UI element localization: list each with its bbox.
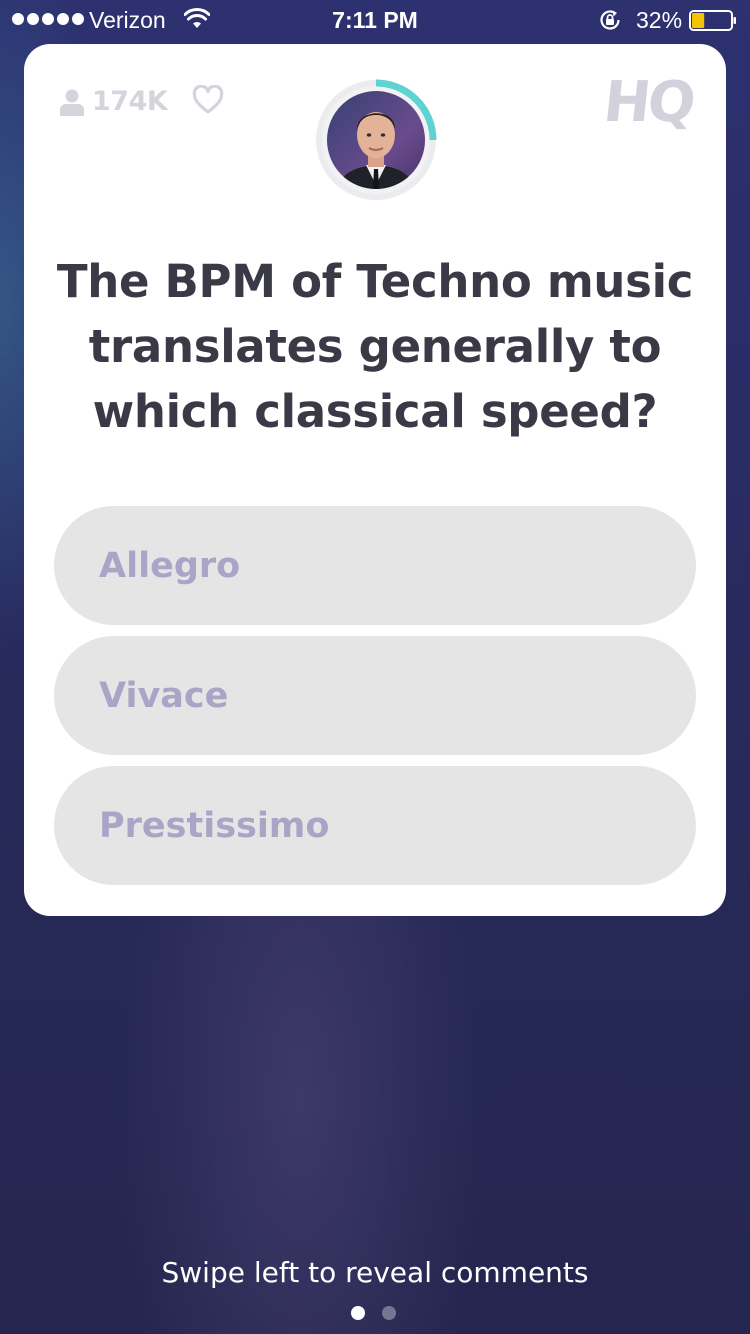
answer-label: Vivace [99,675,229,716]
question-card: 174K HQ The BPM of Techno music translat… [24,44,726,916]
battery-percent: 32% [636,7,683,33]
answer-option-1[interactable]: Allegro [54,506,696,625]
page-dot-1[interactable] [351,1306,365,1320]
battery-icon [689,10,736,31]
host-avatar [315,79,437,201]
status-bar: Verizon 7:11 PM 32% [0,0,750,40]
viewer-count: 174K [92,86,168,117]
question-text: The BPM of Techno music translates gener… [56,255,694,438]
rotation-lock-icon [600,10,620,30]
answer-list: Allegro Vivace Prestissimo [54,506,696,896]
answer-option-3[interactable]: Prestissimo [54,766,696,885]
person-icon [60,89,84,116]
viewer-counter: 174K [60,86,168,117]
heart-icon[interactable] [192,85,224,115]
answer-option-2[interactable]: Vivace [54,636,696,755]
page-dot-2[interactable] [382,1306,396,1320]
swipe-hint: Swipe left to reveal comments [161,1256,589,1289]
page-indicator [351,1306,396,1320]
battery-fill [692,13,705,28]
hq-logo: HQ [600,70,696,135]
answer-label: Prestissimo [99,805,330,846]
answer-label: Allegro [99,545,241,586]
